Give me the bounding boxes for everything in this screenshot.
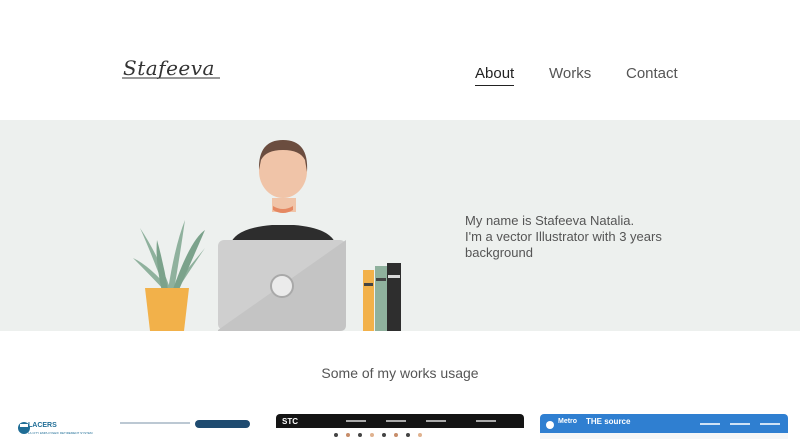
work-card-stc[interactable]: STC bbox=[276, 414, 524, 439]
laptop-logo-icon bbox=[270, 274, 294, 298]
intro-line-1: My name is Stafeeva Natalia. bbox=[465, 213, 635, 228]
pot-icon bbox=[145, 288, 189, 331]
person-icon bbox=[230, 140, 336, 245]
metro-brand: Metro bbox=[558, 418, 578, 425]
nav-contact[interactable]: Contact bbox=[626, 65, 678, 82]
plant-icon bbox=[133, 220, 205, 292]
site-header: Stafeeva About Works Contact bbox=[0, 0, 800, 120]
intro-line-2: I'm a vector Illustrator with 3 years bbox=[465, 229, 662, 244]
thesource-brand: THE source bbox=[586, 417, 631, 426]
nav-works[interactable]: Works bbox=[549, 65, 591, 82]
work-card-lacers[interactable]: LACERS LA CITY EMPLOYEES' RETIREMENT SYS… bbox=[10, 414, 260, 439]
works-title: Some of my works usage bbox=[321, 365, 479, 381]
nav-about[interactable]: About bbox=[475, 65, 515, 86]
lacers-sub: LA CITY EMPLOYEES' RETIREMENT SYSTEM bbox=[28, 431, 93, 435]
lacers-brand: LACERS bbox=[28, 422, 57, 429]
hero-section: My name is Stafeeva Natalia. I'm a vecto… bbox=[0, 120, 800, 331]
books-icon bbox=[363, 263, 401, 331]
metro-logo-icon bbox=[546, 421, 554, 429]
intro-text: My name is Stafeeva Natalia. I'm a vecto… bbox=[465, 213, 695, 261]
works-gallery: LACERS LA CITY EMPLOYEES' RETIREMENT SYS… bbox=[0, 410, 800, 439]
intro-line-3: background bbox=[465, 245, 533, 260]
work-card-metro[interactable]: Metro THE source bbox=[540, 414, 788, 439]
main-nav: About Works Contact bbox=[0, 62, 800, 92]
